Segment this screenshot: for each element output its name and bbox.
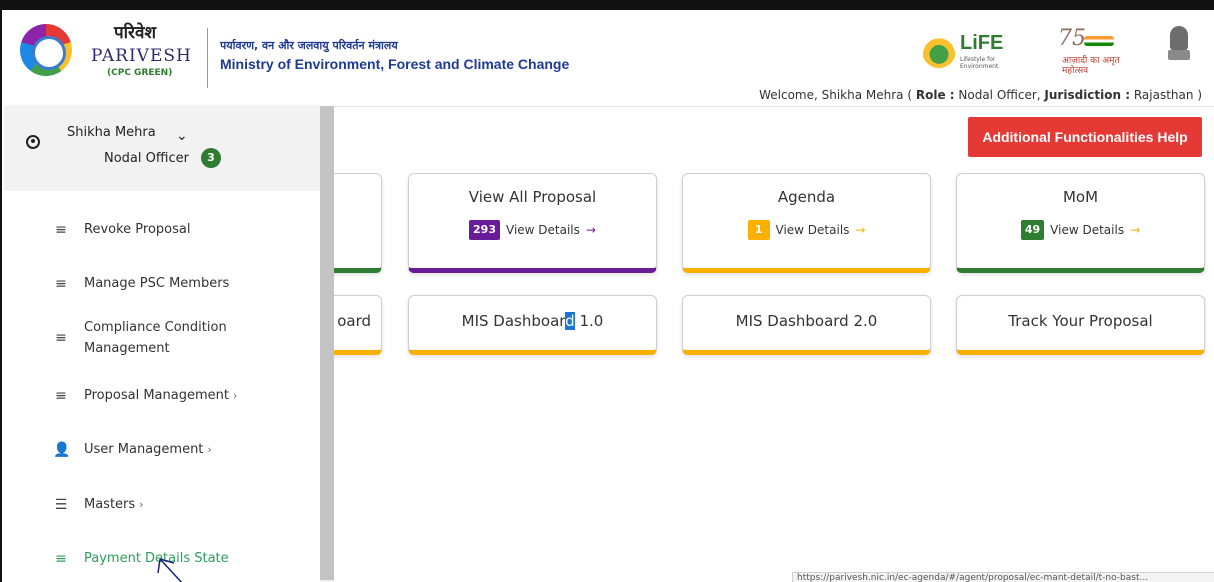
sidebar-item-label: User Management › (84, 440, 212, 460)
brand-name: PARIVESH (91, 46, 192, 66)
card-title: MoM (1062, 188, 1099, 206)
sidebar-item-label-2: Management (84, 341, 170, 356)
life-text: LiFE (960, 32, 1004, 54)
parivesh-logo[interactable] (20, 24, 72, 76)
mouse-cursor-icon (157, 558, 183, 582)
arrow-right-icon: → (855, 223, 866, 237)
count-badge: 1 (747, 220, 770, 240)
sidebar-scrollbar-thumb[interactable] (320, 106, 334, 580)
brand-hindi: परिवेश (114, 23, 157, 43)
app-frame: परिवेश PARIVESH (CPC GREEN) पर्यावरण, वन… (0, 0, 1214, 582)
label-text: Proposal Management (84, 388, 229, 403)
card-title: MIS Dashboard 2.0 (735, 312, 878, 330)
user-circle-icon (26, 135, 40, 149)
chevron-down-icon[interactable]: ⌄ (176, 128, 188, 144)
list-icon: ☰ (54, 497, 68, 513)
sidebar-item-revoke-proposal[interactable]: ≡ Revoke Proposal (4, 218, 320, 242)
welcome-text: Welcome, Shikha Mehra ( Role : Nodal Off… (759, 88, 1202, 102)
sidebar-item-proposal-management[interactable]: ≡ Proposal Management › (4, 384, 320, 408)
life-subtext: Lifestyle for Environment (960, 56, 999, 70)
selected-text: d (565, 312, 575, 330)
user-profile[interactable]: Shikha Mehra ⌄ Nodal Officer 3 (4, 106, 320, 191)
role-label: Role : (915, 88, 955, 102)
user-list-icon: 👤 (53, 442, 71, 458)
sidebar-item-user-management[interactable]: 👤 User Management › (4, 438, 320, 462)
role-value: Nodal Officer, (954, 88, 1045, 102)
azadi-number: 75 (1058, 26, 1086, 51)
arrow-right-icon: → (1130, 223, 1141, 237)
label-text: Masters (84, 497, 136, 512)
mis-dashboard-2-card[interactable]: MIS Dashboard 2.0 (682, 295, 931, 355)
life-leaf-icon (922, 34, 956, 68)
welcome-prefix: Welcome, Shikha Mehra ( (759, 88, 916, 102)
card-title: Track Your Proposal (1008, 312, 1153, 330)
ministry-name: Ministry of Environment, Forest and Clim… (220, 56, 570, 72)
role-count-badge: 3 (201, 148, 221, 168)
title-part: MIS Dashboar (461, 312, 566, 330)
brand-subtitle: (CPC GREEN) (107, 68, 173, 78)
azadi-logo: 75 आज़ादी का अमृत महोत्सव (1044, 26, 1130, 78)
ministry-hindi: पर्यावरण, वन और जलवायु परिवर्तन मंत्रालय (220, 39, 398, 52)
sidebar-item-label: Revoke Proposal (84, 222, 191, 237)
title-part: 1.0 (574, 312, 604, 330)
card-title: Agenda (777, 188, 836, 206)
sidebar-item-label: Masters › (84, 495, 144, 515)
sidebar-item-label: Proposal Management › (84, 386, 237, 406)
view-details-link[interactable]: View Details (506, 223, 580, 237)
chevron-right-icon: › (139, 498, 144, 511)
jurisdiction-value: Rajasthan ) (1130, 88, 1202, 102)
mis-dashboard-1-card[interactable]: MIS Dashboard 1.0 (408, 295, 657, 355)
flag-icon (1084, 36, 1114, 46)
menu-icon: ≡ (55, 276, 67, 292)
count-badge: 293 (469, 220, 500, 240)
header-divider (207, 28, 208, 88)
view-details-link[interactable]: View Details (776, 223, 850, 237)
site-header: परिवेश PARIVESH (CPC GREEN) पर्यावरण, वन… (4, 10, 1214, 106)
chevron-right-icon: › (232, 389, 238, 402)
sidebar-item-masters[interactable]: ☰ Masters › (4, 493, 320, 517)
card-title: View All Proposal (468, 188, 597, 206)
top-border (2, 2, 1214, 10)
life-logo: LiFE Lifestyle for Environment (922, 32, 1022, 72)
view-details-link[interactable]: View Details (1050, 223, 1124, 237)
track-proposal-card[interactable]: Track Your Proposal (956, 295, 1205, 355)
card-title: MIS Dashboard 1.0 (409, 312, 656, 330)
agenda-card[interactable]: Agenda 1 View Details → (682, 173, 931, 273)
mom-card[interactable]: MoM 49 View Details → (956, 173, 1205, 273)
jurisdiction-label: Jurisdiction : (1044, 88, 1131, 102)
sidebar-item-label: Compliance Condition (84, 320, 227, 335)
sidebar-item-manage-psc[interactable]: ≡ Manage PSC Members (4, 272, 320, 296)
additional-help-button[interactable]: Additional Functionalities Help (968, 117, 1202, 157)
menu-icon: ≡ (55, 388, 67, 404)
link-status-bar: https://parivesh.nic.in/ec-agenda/#/agen… (792, 572, 1214, 582)
user-role: Nodal Officer (104, 151, 189, 166)
menu-icon: ≡ (55, 551, 67, 567)
arrow-right-icon: → (585, 223, 596, 237)
azadi-text: आज़ादी का अमृत महोत्सव (1062, 56, 1120, 76)
national-emblem-icon (1166, 26, 1192, 72)
sidebar-item-label: Manage PSC Members (84, 276, 230, 291)
sidebar: Shikha Mehra ⌄ Nodal Officer 3 ≡ Revoke … (4, 106, 320, 582)
count-badge: 49 (1020, 220, 1045, 240)
chevron-right-icon: › (207, 443, 212, 456)
user-name: Shikha Mehra (67, 125, 156, 140)
view-all-proposal-card[interactable]: View All Proposal 293 View Details → (408, 173, 657, 273)
menu-icon: ≡ (55, 330, 67, 346)
menu-icon: ≡ (55, 222, 67, 238)
label-text: User Management (84, 442, 204, 457)
sidebar-item-compliance[interactable]: ≡ Compliance Condition Management (4, 318, 320, 362)
